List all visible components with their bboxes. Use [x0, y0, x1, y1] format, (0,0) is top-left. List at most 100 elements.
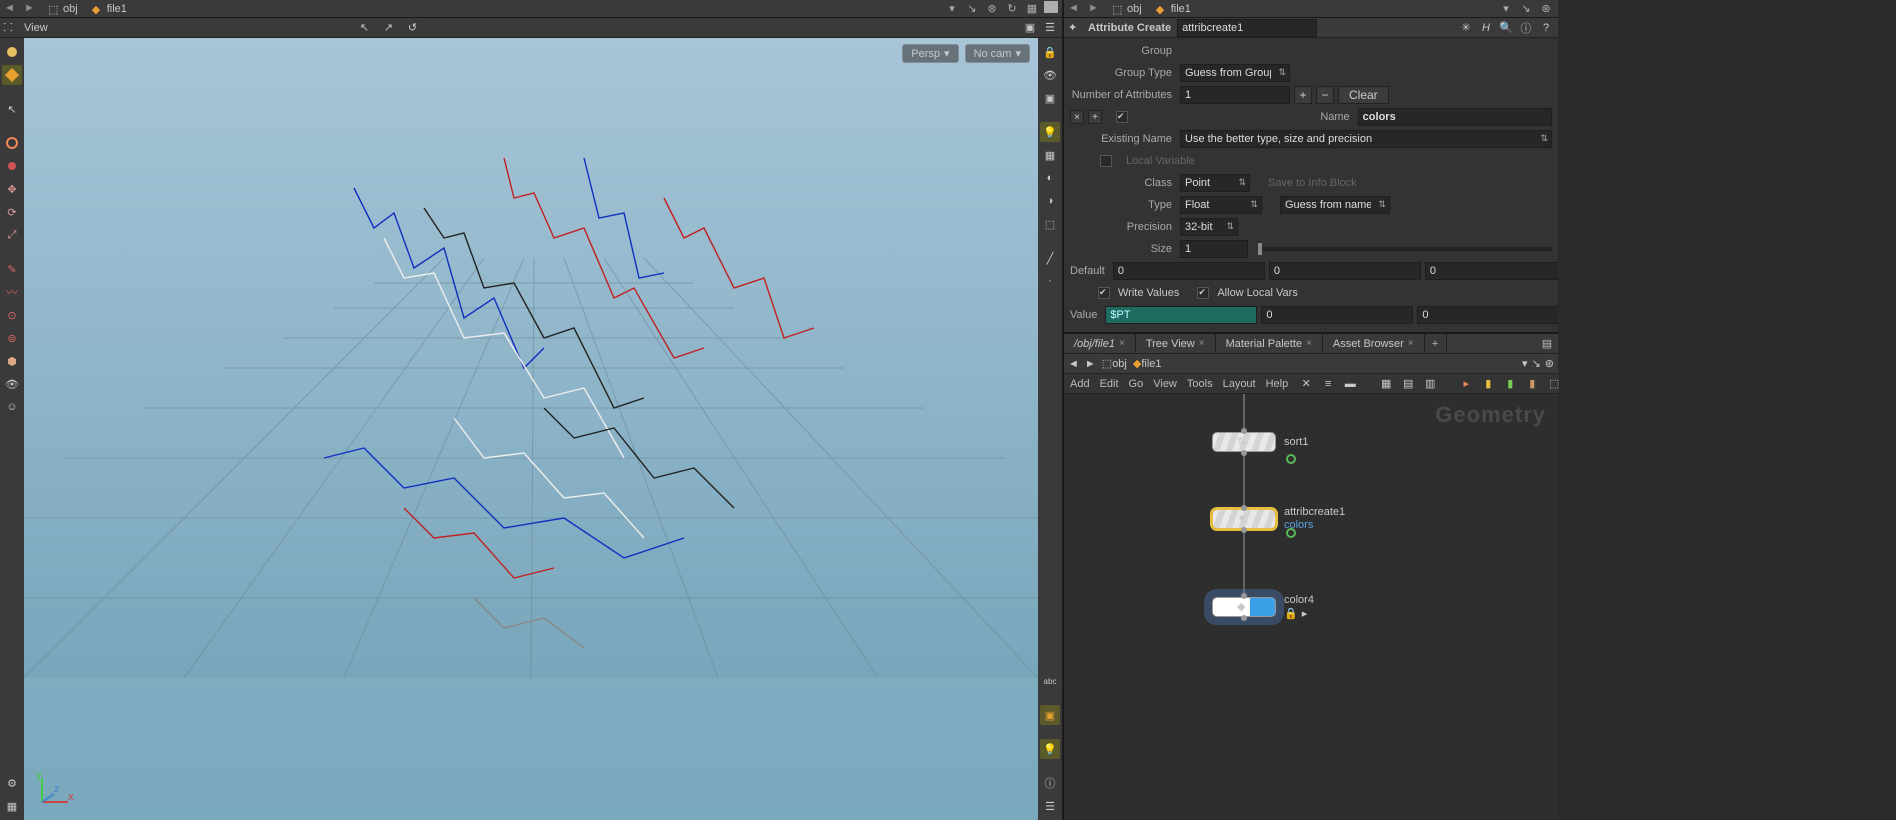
close-icon[interactable]: ×	[1119, 338, 1125, 349]
close-icon[interactable]: ×	[1199, 338, 1205, 349]
flag1-icon[interactable]: ▸	[1458, 376, 1474, 392]
tab-asset-browser[interactable]: Asset Browser×	[1323, 334, 1425, 353]
abc-icon[interactable]: abc	[1040, 671, 1060, 691]
breadcrumb-obj[interactable]: ⬚ obj	[44, 3, 82, 15]
nav-back-icon[interactable]: ◄	[1068, 358, 1079, 370]
wrench-icon[interactable]: ✕	[1298, 376, 1314, 392]
bulb-icon[interactable]: 💡	[1040, 122, 1060, 142]
select-tool-icon[interactable]	[2, 65, 22, 85]
value-1[interactable]	[1261, 306, 1413, 324]
window-icon[interactable]	[1044, 1, 1058, 13]
guess-select[interactable]: Guess from name	[1280, 196, 1390, 214]
light-icon[interactable]: 💡	[1040, 739, 1060, 759]
breadcrumb-file1[interactable]: ◆ file1	[1152, 3, 1195, 15]
block-icon[interactable]: ▬	[1342, 376, 1358, 392]
point-icon[interactable]: ·	[1040, 271, 1060, 291]
size-slider[interactable]	[1258, 247, 1552, 251]
breadcrumb-file1[interactable]: ◆ file1	[88, 3, 131, 15]
grid1-icon[interactable]: ▦	[1378, 376, 1394, 392]
nav-fwd-icon[interactable]: ►	[1085, 358, 1096, 370]
inspect-icon[interactable]: 👁	[2, 374, 22, 394]
pin-icon[interactable]: ↘	[1518, 1, 1534, 17]
arrow-tool-icon[interactable]: ↖	[2, 99, 22, 119]
lock-icon[interactable]: 🔒	[1040, 42, 1060, 62]
node-name-field[interactable]	[1177, 19, 1317, 37]
num-attributes-field[interactable]	[1180, 86, 1290, 104]
value-0[interactable]	[1105, 306, 1257, 324]
sticky-icon[interactable]: ▮	[1502, 376, 1518, 392]
h-icon[interactable]: H	[1478, 20, 1494, 36]
local-var-checkbox[interactable]	[1100, 155, 1112, 167]
nav-fwd-icon[interactable]: ►	[1088, 2, 1102, 16]
face-icon[interactable]: ☺	[2, 397, 22, 417]
link-icon[interactable]: ⊛	[984, 1, 1000, 17]
default-1[interactable]	[1269, 262, 1421, 280]
value-2[interactable]	[1417, 306, 1558, 324]
brush-tool-icon[interactable]: ✎	[2, 259, 22, 279]
attr-name-field[interactable]	[1358, 108, 1552, 126]
network-path-bar[interactable]: ◄ ► ⬚obj ◆file1 ▾ ↘ ⊛	[1064, 354, 1558, 374]
grid3-icon[interactable]: ▥	[1422, 376, 1438, 392]
pin-icon[interactable]: ↘	[1532, 357, 1541, 370]
lasso-tool-icon[interactable]	[2, 156, 22, 176]
view-tool-icon[interactable]	[2, 42, 22, 62]
cursor-icon[interactable]: ↖	[356, 20, 372, 36]
bake-icon[interactable]: ⬢	[2, 351, 22, 371]
close-icon[interactable]: ×	[1070, 110, 1084, 124]
refresh-icon[interactable]: ↻	[1004, 1, 1020, 17]
menu2-icon[interactable]: ☰	[1040, 796, 1060, 816]
search-icon[interactable]: 🔍	[1498, 20, 1514, 36]
snap-curve-icon[interactable]: 〰	[2, 282, 22, 302]
wire-icon[interactable]: ▦	[1040, 145, 1060, 165]
add-tab-button[interactable]: +	[1425, 334, 1447, 353]
pin-icon[interactable]: ↘	[964, 1, 980, 17]
add-icon[interactable]: +	[1088, 110, 1102, 124]
list-icon[interactable]: ≡	[1320, 376, 1336, 392]
render-icon[interactable]: ▣	[1022, 20, 1038, 36]
group-type-select[interactable]: Guess from Group	[1180, 64, 1290, 82]
display-flag-icon[interactable]	[1286, 454, 1296, 464]
handle-icon[interactable]: ⸬	[0, 20, 16, 36]
breadcrumb-file1[interactable]: ◆file1	[1133, 357, 1162, 370]
region-tool-icon[interactable]	[2, 133, 22, 153]
magnet-grid-icon[interactable]: ⊚	[2, 328, 22, 348]
snap-icon[interactable]: ▦	[2, 796, 22, 816]
precision-select[interactable]: 32-bit	[1180, 218, 1238, 236]
scale-tool-icon[interactable]: ⤢	[2, 225, 22, 245]
menu-tools[interactable]: Tools	[1187, 378, 1213, 390]
menu-icon[interactable]: ☰	[1042, 20, 1058, 36]
add-button[interactable]: +	[1294, 86, 1312, 104]
network-view[interactable]: Geometry ⇅ sort1 ✦ attribcreate1 colors	[1064, 394, 1558, 820]
default-0[interactable]	[1113, 262, 1265, 280]
material-icon[interactable]: ▣	[1040, 705, 1060, 725]
node-sort1[interactable]: ⇅ sort1	[1212, 432, 1308, 452]
grid2-icon[interactable]: ▤	[1400, 376, 1416, 392]
nav-back-icon[interactable]: ◄	[1068, 2, 1082, 16]
asset-icon[interactable]: ⬚	[1546, 376, 1562, 392]
tab-obj-file1[interactable]: /obj/file1×	[1064, 334, 1136, 353]
eye-icon[interactable]: 👁	[1040, 65, 1060, 85]
box-icon[interactable]: ▮	[1524, 376, 1540, 392]
info-icon[interactable]: ⓘ	[1518, 20, 1534, 36]
menu-layout[interactable]: Layout	[1223, 378, 1256, 390]
settings-icon[interactable]: ⚙	[2, 773, 22, 793]
camera-menu[interactable]: Persp▾	[902, 44, 958, 63]
existing-name-select[interactable]: Use the better type, size and precision	[1180, 130, 1552, 148]
tool-icon[interactable]: ▦	[1024, 1, 1040, 17]
nav-fwd-icon[interactable]: ►	[24, 2, 38, 16]
menu-edit[interactable]: Edit	[1100, 378, 1119, 390]
note-icon[interactable]: ▮	[1480, 376, 1496, 392]
menu-help[interactable]: Help	[1266, 378, 1289, 390]
size-field[interactable]	[1180, 240, 1248, 258]
node-color4[interactable]: ◆ color4 🔒▸	[1212, 594, 1314, 620]
magnet-icon[interactable]: ⊙	[2, 305, 22, 325]
gear-icon[interactable]: ✳	[1458, 20, 1474, 36]
param-path-bar[interactable]: ◄ ► ⬚ obj ◆ file1 ▾ ↘ ⊛	[1064, 0, 1558, 18]
loop-icon[interactable]: ↺	[404, 20, 420, 36]
type-select[interactable]: Float	[1180, 196, 1262, 214]
class-select[interactable]: Point	[1180, 174, 1250, 192]
help-icon[interactable]: ?	[1538, 20, 1554, 36]
default-2[interactable]	[1425, 262, 1558, 280]
chevron-down-icon[interactable]: ▾	[944, 1, 960, 17]
rotate-tool-icon[interactable]: ⟳	[2, 202, 22, 222]
